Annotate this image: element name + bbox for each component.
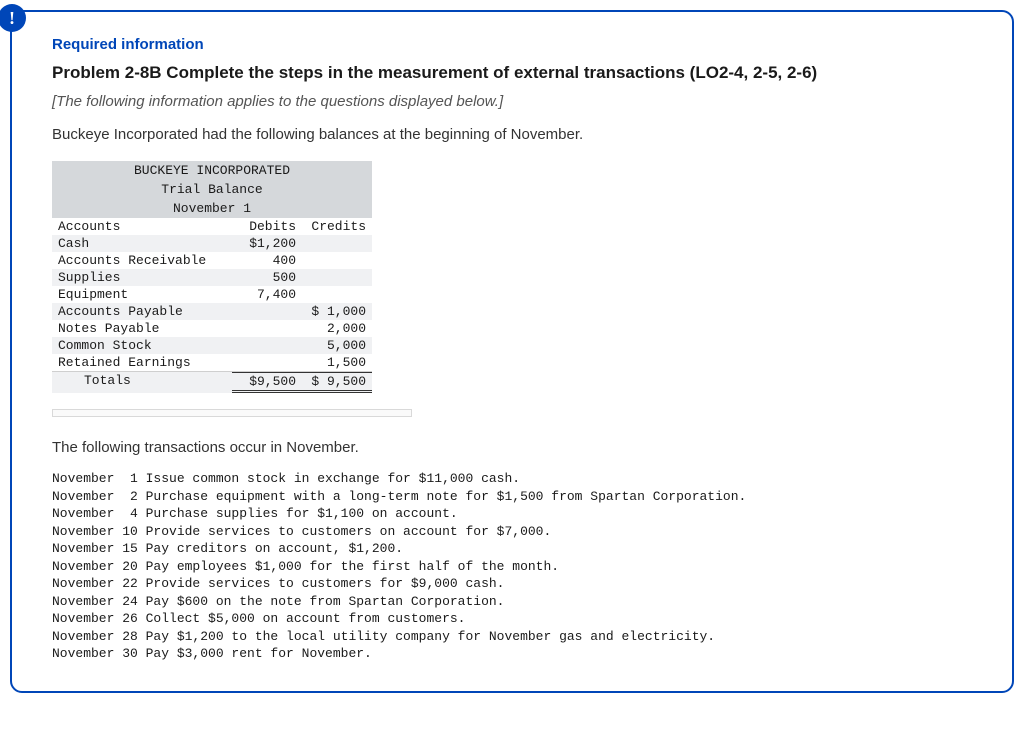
tb-debit	[232, 354, 302, 371]
tb-company: BUCKEYE INCORPORATED	[52, 161, 372, 180]
tb-totals-row: Totals $9,500 $ 9,500	[52, 372, 372, 393]
tb-credit	[302, 286, 372, 303]
tb-credit: 2,000	[302, 320, 372, 337]
applies-note: [The following information applies to th…	[52, 93, 980, 110]
tb-totals-credit: $ 9,500	[302, 372, 372, 393]
tb-debit: 400	[232, 252, 302, 269]
table-row: Cash $1,200	[52, 235, 372, 252]
tb-col-credits: Credits	[302, 218, 372, 235]
table-row: Equipment 7,400	[52, 286, 372, 303]
problem-card: ! Required information Problem 2-8B Comp…	[10, 10, 1014, 693]
tb-col-debits: Debits	[232, 218, 302, 235]
table-row: Accounts Payable $ 1,000	[52, 303, 372, 320]
tb-totals-label: Totals	[52, 372, 232, 393]
tb-debit: 7,400	[232, 286, 302, 303]
tb-credit: 1,500	[302, 354, 372, 371]
alert-icon: !	[0, 4, 26, 32]
tb-debit	[232, 337, 302, 354]
required-info-label: Required information	[52, 36, 980, 53]
tb-account: Accounts Receivable	[52, 252, 232, 269]
tb-credit: $ 1,000	[302, 303, 372, 320]
horizontal-scrollbar[interactable]	[52, 409, 412, 417]
table-row: Common Stock 5,000	[52, 337, 372, 354]
tb-date: November 1	[52, 199, 372, 218]
tb-col-accounts: Accounts	[52, 218, 232, 235]
tb-account: Retained Earnings	[52, 354, 232, 371]
tb-credit	[302, 269, 372, 286]
table-row: Supplies 500	[52, 269, 372, 286]
tb-title: Trial Balance	[52, 180, 372, 199]
transactions-list: November 1 Issue common stock in exchang…	[52, 470, 980, 663]
tb-credit	[302, 235, 372, 252]
tb-totals-debit: $9,500	[232, 372, 302, 393]
tb-account: Supplies	[52, 269, 232, 286]
tb-debit: 500	[232, 269, 302, 286]
problem-title: Problem 2-8B Complete the steps in the m…	[52, 63, 980, 83]
trial-balance-table: BUCKEYE INCORPORATED Trial Balance Novem…	[52, 161, 372, 393]
tb-credit	[302, 252, 372, 269]
tb-debit	[232, 320, 302, 337]
tb-account: Common Stock	[52, 337, 232, 354]
tb-debit: $1,200	[232, 235, 302, 252]
tb-debit	[232, 303, 302, 320]
table-row: Accounts Receivable 400	[52, 252, 372, 269]
tb-account: Accounts Payable	[52, 303, 232, 320]
table-row: Retained Earnings 1,500	[52, 354, 372, 372]
tb-account: Equipment	[52, 286, 232, 303]
intro-text: Buckeye Incorporated had the following b…	[52, 126, 980, 143]
tb-credit: 5,000	[302, 337, 372, 354]
tb-column-headers: Accounts Debits Credits	[52, 218, 372, 235]
tb-account: Notes Payable	[52, 320, 232, 337]
table-row: Notes Payable 2,000	[52, 320, 372, 337]
transactions-intro: The following transactions occur in Nove…	[52, 439, 980, 456]
tb-account: Cash	[52, 235, 232, 252]
